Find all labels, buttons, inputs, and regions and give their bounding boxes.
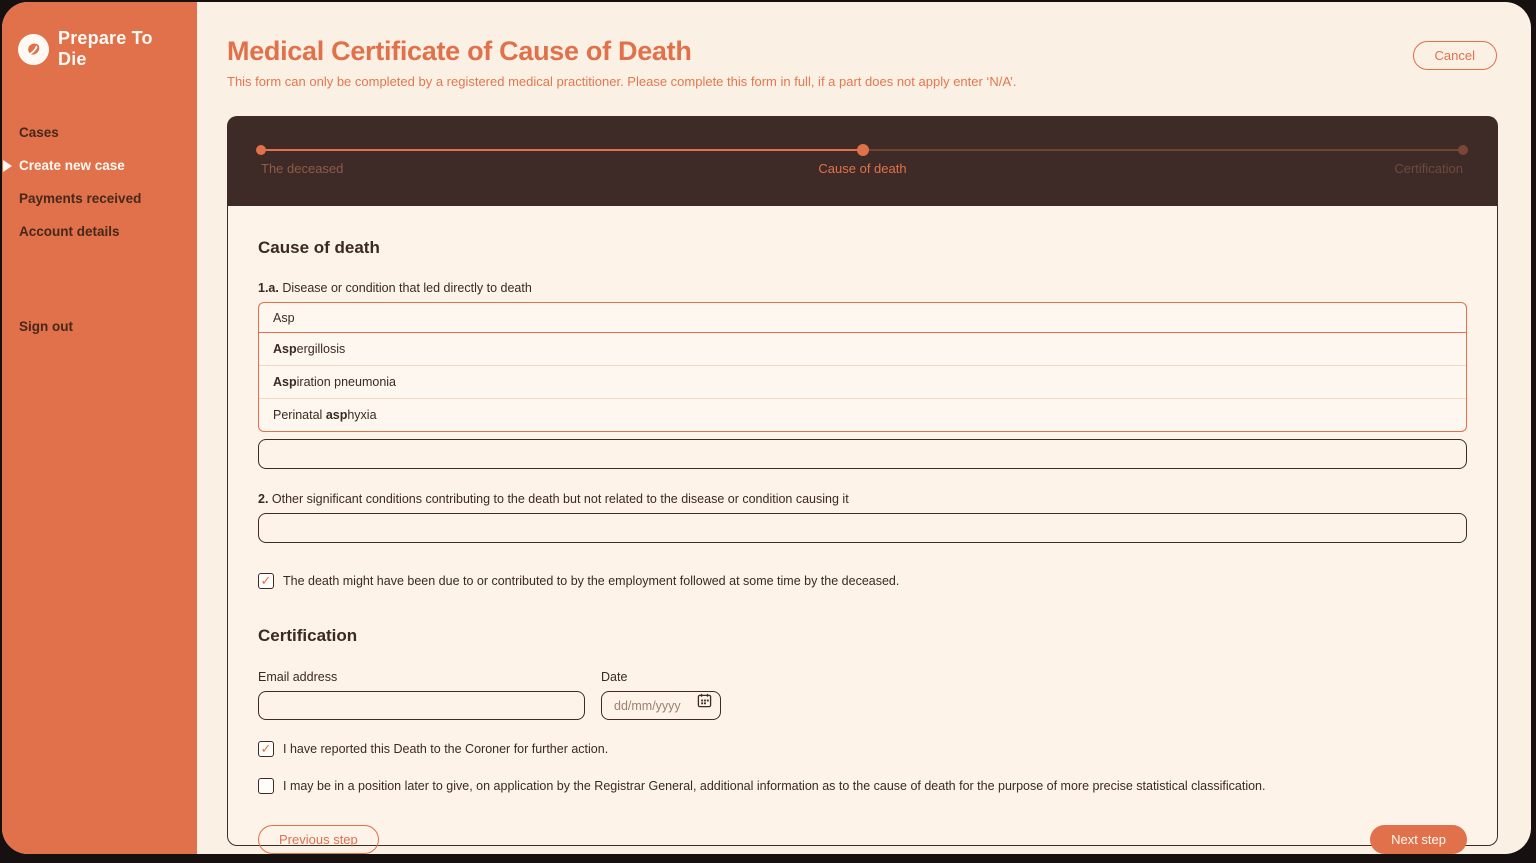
page-title: Medical Certificate of Cause of Death	[227, 36, 1498, 67]
registrar-checkbox-row[interactable]: ✓ I may be in a position later to give, …	[258, 778, 1467, 794]
sidebar-item-create-new-case[interactable]: Create new case	[2, 149, 197, 182]
field-label-2-number: 2.	[258, 492, 268, 506]
stepper-label-certification[interactable]: Certification	[1394, 161, 1463, 176]
disease-input-row	[259, 303, 1466, 333]
date-input[interactable]	[601, 691, 721, 720]
disease-input[interactable]	[259, 303, 1466, 332]
form-card: The deceased Cause of death Certificatio…	[227, 116, 1498, 846]
field-1b-input[interactable]	[258, 439, 1467, 469]
brand-logo-icon	[18, 34, 49, 65]
stepper-label-cause-of-death[interactable]: Cause of death	[818, 161, 906, 176]
next-step-button[interactable]: Next step	[1370, 825, 1467, 854]
registrar-checkbox[interactable]: ✓	[258, 778, 274, 794]
certification-fields-row: Email address Date	[258, 670, 1467, 720]
field-2-input[interactable]	[258, 513, 1467, 543]
suggestion-perinatal-asphyxia[interactable]: Perinatal asphyxia	[259, 398, 1466, 431]
previous-step-button[interactable]: Previous step	[258, 825, 379, 854]
stepper-dot-cause-of-death[interactable]	[857, 144, 869, 156]
date-field-group: Date	[601, 670, 721, 720]
coroner-checkbox[interactable]: ✓	[258, 741, 274, 757]
suggestion-aspergillosis[interactable]: Aspergillosis	[259, 333, 1466, 365]
suggestion-aspiration-pneumonia[interactable]: Aspiration pneumonia	[259, 365, 1466, 398]
stepper-label-the-deceased[interactable]: The deceased	[261, 161, 343, 176]
app-window: Prepare To Die Cases Create new case Pay…	[2, 2, 1531, 854]
coroner-checkbox-label: I have reported this Death to the Corone…	[283, 742, 608, 756]
field-label-1a: 1.a. Disease or condition that led direc…	[258, 281, 1467, 295]
stepper-dot-the-deceased[interactable]	[256, 145, 266, 155]
sidebar-item-account-details[interactable]: Account details	[2, 215, 197, 248]
email-field-group: Email address	[258, 670, 585, 720]
progress-stepper: The deceased Cause of death Certificatio…	[227, 116, 1498, 206]
section-heading-certification: Certification	[258, 626, 1467, 646]
page-subtitle: This form can only be completed by a reg…	[227, 74, 1498, 89]
stepper-dot-certification[interactable]	[1458, 145, 1468, 155]
disease-combobox: Aspergillosis Aspiration pneumonia Perin…	[258, 302, 1467, 432]
email-input[interactable]	[258, 691, 585, 720]
field-label-1a-text: Disease or condition that led directly t…	[279, 281, 532, 295]
sidebar-item-cases[interactable]: Cases	[2, 116, 197, 149]
main-content: Medical Certificate of Cause of Death Th…	[197, 2, 1531, 854]
cancel-button[interactable]: Cancel	[1413, 41, 1497, 70]
coroner-checkbox-row[interactable]: ✓ I have reported this Death to the Coro…	[258, 741, 1467, 757]
employment-checkbox[interactable]: ✓	[258, 573, 274, 589]
email-label: Email address	[258, 670, 585, 684]
field-label-1a-number: 1.a.	[258, 281, 279, 295]
field-label-2: 2. Other significant conditions contribu…	[258, 492, 1467, 506]
field-label-2-text: Other significant conditions contributin…	[268, 492, 848, 506]
employment-checkbox-row[interactable]: ✓ The death might have been due to or co…	[258, 573, 1467, 589]
sidebar-item-sign-out[interactable]: Sign out	[2, 310, 197, 343]
date-label: Date	[601, 670, 721, 684]
sidebar-item-payments-received[interactable]: Payments received	[2, 182, 197, 215]
sidebar: Prepare To Die Cases Create new case Pay…	[2, 2, 197, 854]
employment-checkbox-label: The death might have been due to or cont…	[283, 574, 899, 588]
app-logo: Prepare To Die	[2, 28, 197, 70]
form-footer: Previous step Next step	[258, 825, 1467, 854]
registrar-checkbox-label: I may be in a position later to give, on…	[283, 779, 1265, 793]
app-title: Prepare To Die	[58, 28, 181, 70]
section-heading-cause-of-death: Cause of death	[258, 238, 1467, 258]
form-body: Cause of death 1.a. Disease or condition…	[227, 206, 1498, 846]
